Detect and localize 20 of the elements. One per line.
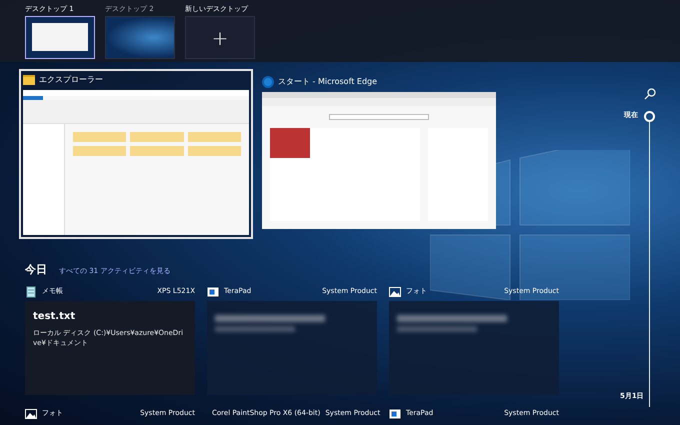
folder-icon	[23, 75, 35, 85]
photo-icon	[25, 408, 37, 420]
window-icon	[207, 286, 219, 298]
browser-icon	[262, 76, 274, 88]
window-card[interactable]: スタート - Microsoft Edge	[258, 71, 500, 233]
search-icon[interactable]	[644, 88, 656, 100]
activity-title: test.txt	[33, 310, 76, 324]
activity-card[interactable]	[207, 300, 377, 394]
window-title: スタート - Microsoft Edge	[278, 76, 378, 88]
activity-card[interactable]	[389, 300, 559, 394]
window-card[interactable]: エクスプローラー	[19, 69, 253, 239]
timeline-handle[interactable]	[644, 111, 655, 122]
window-icon	[389, 408, 401, 420]
notepad-icon	[25, 286, 37, 298]
photo-icon	[389, 286, 401, 298]
section-heading: 今日	[25, 262, 47, 278]
new-desktop-button[interactable]: +	[185, 16, 255, 59]
window-title: エクスプローラー	[39, 74, 103, 86]
desktop-thumbnail[interactable]	[25, 16, 95, 59]
desktop-thumbnail[interactable]	[105, 16, 175, 59]
